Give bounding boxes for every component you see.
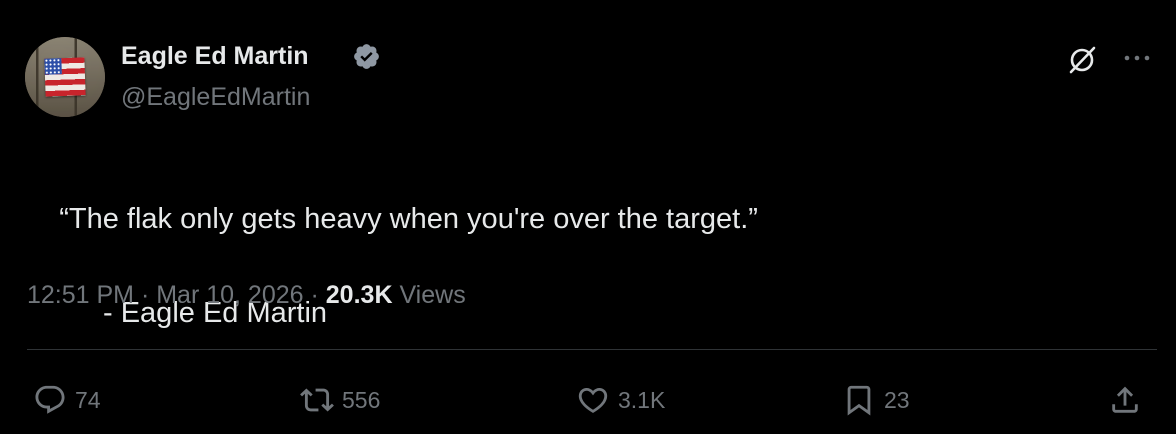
heart-icon xyxy=(578,387,608,413)
meta-separator: · xyxy=(303,281,326,309)
avatar[interactable] xyxy=(25,37,105,117)
reply-icon xyxy=(35,385,65,414)
divider xyxy=(27,349,1157,350)
verified-badge-icon[interactable] xyxy=(352,42,381,71)
tweet-time[interactable]: 12:51 PM xyxy=(27,281,134,309)
tweet-card: Eagle Ed Martin @EagleEdMartin “The flak… xyxy=(0,0,1176,434)
avatar-flag-canton xyxy=(44,58,62,75)
tweet-meta: 12:51 PM · Mar 10, 2026 · 20.3K Views xyxy=(27,278,466,312)
more-icon[interactable] xyxy=(1120,46,1154,70)
repost-count: 556 xyxy=(342,387,381,413)
grok-icon[interactable] xyxy=(1065,43,1099,77)
bookmark-icon xyxy=(847,385,871,416)
repost-icon xyxy=(300,388,334,412)
meta-separator: · xyxy=(134,281,157,309)
tweet-date[interactable]: Mar 10, 2026 xyxy=(156,281,303,309)
tweet-text-line-1: “The flak only gets heavy when you're ov… xyxy=(59,203,758,235)
reply-button[interactable]: 74 xyxy=(33,380,101,420)
like-count: 3.1K xyxy=(618,387,666,413)
repost-button[interactable]: 556 xyxy=(300,380,380,420)
avatar-flag-image xyxy=(44,57,86,97)
views-count[interactable]: 20.3K xyxy=(326,281,393,309)
views-label: Views xyxy=(399,281,466,309)
author-name[interactable]: Eagle Ed Martin xyxy=(121,40,309,72)
bookmark-button[interactable]: 23 xyxy=(842,380,910,420)
like-button[interactable]: 3.1K xyxy=(576,380,665,420)
share-icon xyxy=(1112,386,1138,413)
reply-count: 74 xyxy=(75,387,101,413)
author-handle[interactable]: @EagleEdMartin xyxy=(121,82,310,112)
share-button[interactable] xyxy=(1108,380,1142,420)
bookmark-count: 23 xyxy=(884,387,910,413)
